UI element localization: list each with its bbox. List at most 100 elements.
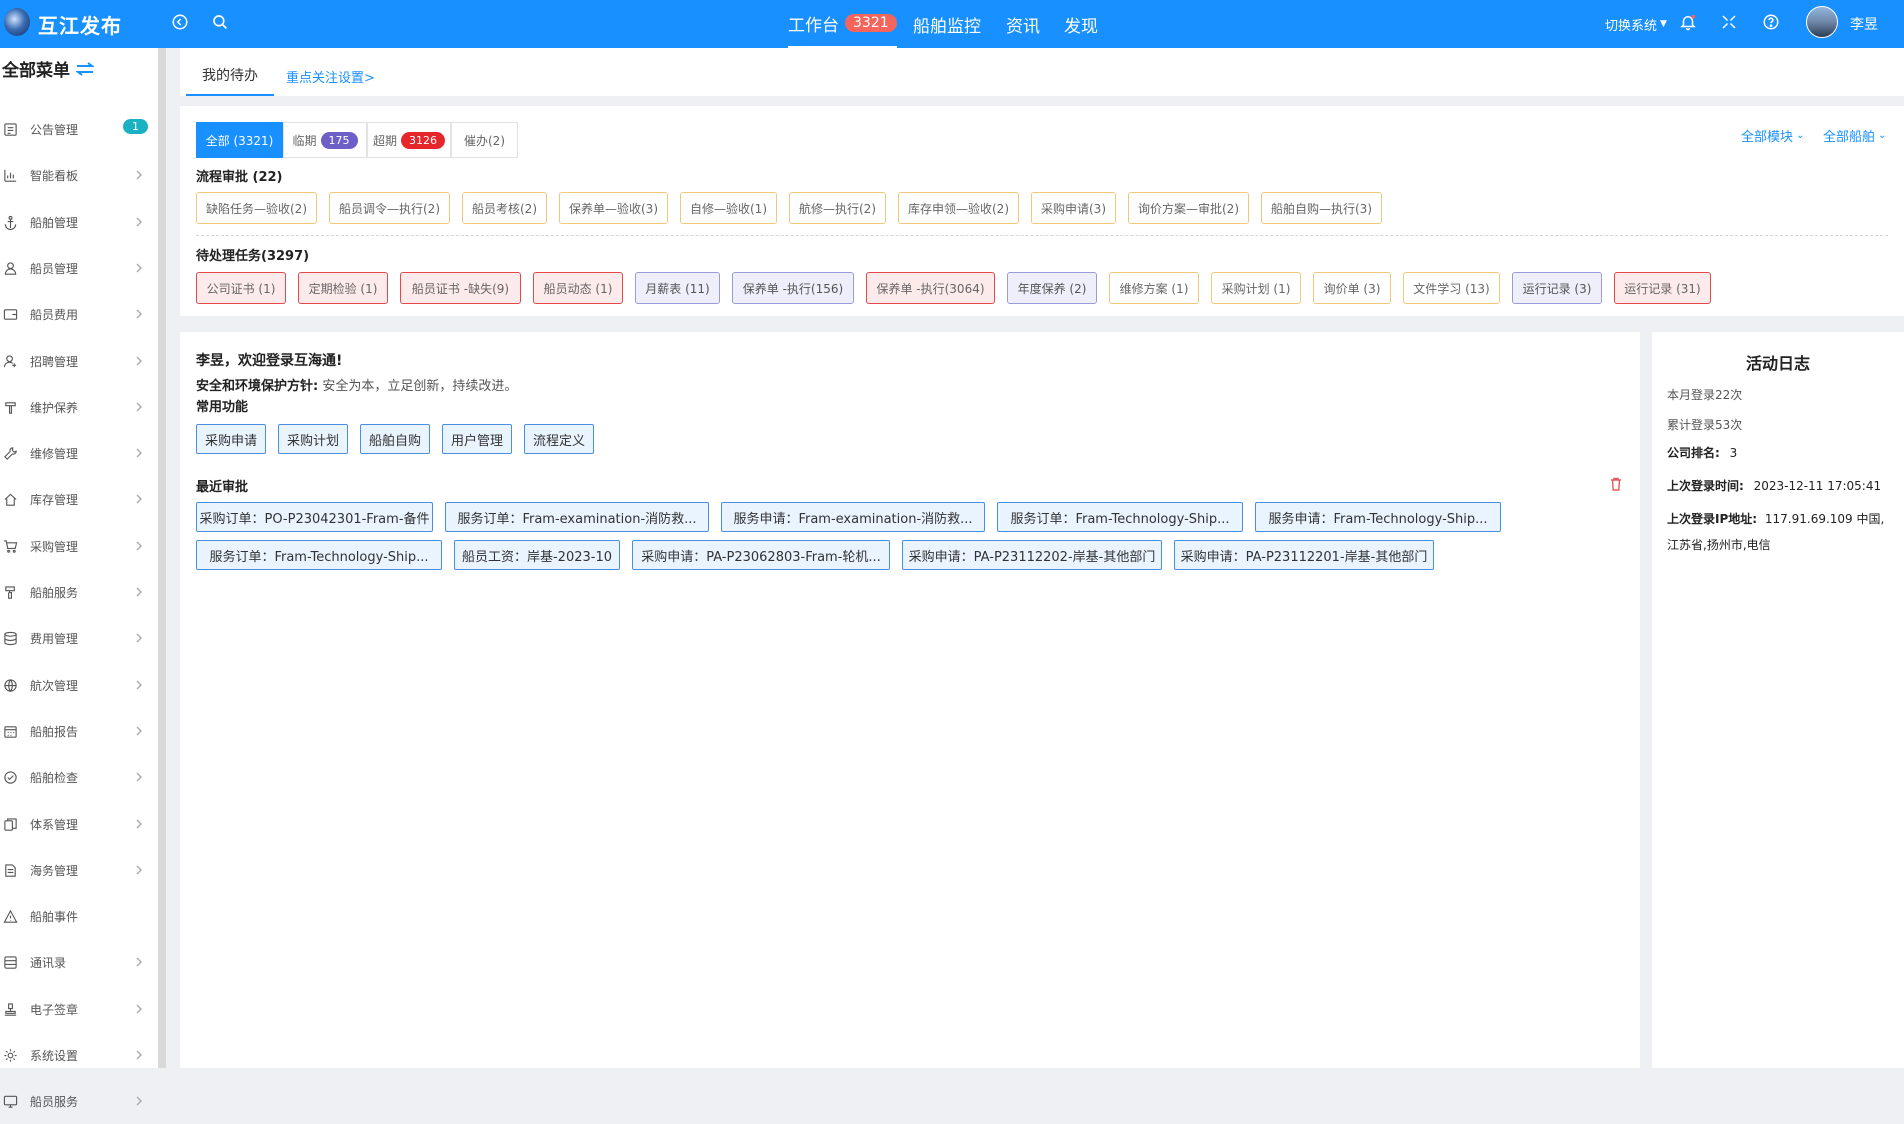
todo-chip[interactable]: 公司证书 (1) xyxy=(196,272,286,304)
help-icon[interactable] xyxy=(1759,10,1783,34)
todo-chip[interactable]: 库存申领—验收(2) xyxy=(898,192,1019,224)
recent-approval-item[interactable]: 采购申请：PA-P23062803-Fram-轮机... xyxy=(632,540,890,570)
search-icon[interactable] xyxy=(208,10,232,34)
todo-chip[interactable]: 船员动态 (1) xyxy=(533,272,623,304)
sidebar-item[interactable]: 船员管理 xyxy=(0,246,158,291)
sidebar-item[interactable]: 体系管理 xyxy=(0,802,158,847)
sidebar-item[interactable]: 船舶服务 xyxy=(0,570,158,615)
todo-chip[interactable]: 运行记录 (3) xyxy=(1512,272,1602,304)
user-name[interactable]: 李昱 xyxy=(1850,0,1878,48)
todo-chip[interactable]: 运行记录 (31) xyxy=(1614,272,1711,304)
sidebar-item[interactable]: 船员费用 xyxy=(0,292,158,337)
sidebar-item[interactable]: 采购管理 xyxy=(0,524,158,569)
todo-chip[interactable]: 月薪表 (11) xyxy=(635,272,720,304)
all-ships-dropdown[interactable]: 全部船舶 ⌄ xyxy=(1823,126,1886,145)
recent-approval-item[interactable]: 服务订单：Fram-examination-消防救... xyxy=(445,502,709,532)
todo-chip[interactable]: 船员考核(2) xyxy=(462,192,547,224)
avatar[interactable] xyxy=(1806,6,1838,38)
recent-approval-item[interactable]: 采购订单：PO-P23042301-Fram-备件 xyxy=(196,502,433,532)
focus-setting-link[interactable]: 重点关注设置> xyxy=(286,56,375,96)
trash-icon[interactable] xyxy=(1610,476,1622,491)
chevron-right-icon xyxy=(134,214,144,230)
sidebar-item[interactable]: 航次管理 xyxy=(0,663,158,708)
todo-chip[interactable]: 自修—验收(1) xyxy=(680,192,777,224)
fullscreen-icon[interactable] xyxy=(1717,10,1741,34)
sidebar-item[interactable]: 船舶管理 xyxy=(0,200,158,245)
todo-chip[interactable]: 年度保养 (2) xyxy=(1007,272,1097,304)
anchor-icon xyxy=(2,214,18,230)
sidebar-item[interactable]: 招聘管理 xyxy=(0,339,158,384)
todo-chip[interactable]: 采购计划 (1) xyxy=(1211,272,1301,304)
recent-approval-item[interactable]: 服务订单：Fram-Technology-Ship... xyxy=(196,540,442,570)
recent-approval-item[interactable]: 船员工资：岸基-2023-10 xyxy=(454,540,620,570)
todo-chip[interactable]: 定期检验 (1) xyxy=(298,272,388,304)
sidebar-item[interactable]: 费用管理 xyxy=(0,616,158,661)
filter-tab-near-due[interactable]: 临期 175 xyxy=(283,122,367,158)
recent-approval-item[interactable]: 服务订单：Fram-Technology-Ship... xyxy=(997,502,1243,532)
todo-chip[interactable]: 保养单 -执行(3064) xyxy=(866,272,995,304)
wrench-icon xyxy=(2,446,18,462)
todo-chip[interactable]: 船员证书 -缺失(9) xyxy=(400,272,521,304)
chevron-right-icon xyxy=(134,1001,144,1017)
common-function-button[interactable]: 采购申请 xyxy=(196,424,266,454)
recent-approval-item[interactable]: 服务申请：Fram-Technology-Ship... xyxy=(1255,502,1501,532)
nav-discover[interactable]: 发现 xyxy=(1064,0,1098,48)
recent-approval-item[interactable]: 采购申请：PA-P23112202-岸基-其他部门 xyxy=(902,540,1162,570)
recent-approval-title: 最近审批 xyxy=(196,480,249,495)
all-modules-dropdown[interactable]: 全部模块 ⌄ xyxy=(1741,126,1804,145)
common-function-button[interactable]: 船舶自购 xyxy=(360,424,430,454)
nav-news[interactable]: 资讯 xyxy=(1006,0,1040,48)
todo-chip[interactable]: 保养单—验收(3) xyxy=(559,192,668,224)
recent-approval-item[interactable]: 采购申请：PA-P23112201-岸基-其他部门 xyxy=(1174,540,1434,570)
back-circle-icon[interactable] xyxy=(168,10,192,34)
policy-label: 安全和环境保护方针: xyxy=(196,379,319,394)
sidebar-item[interactable]: 系统设置 xyxy=(0,1033,158,1078)
todo-chip[interactable]: 维修方案 (1) xyxy=(1109,272,1199,304)
switch-system-dropdown[interactable]: 切换系统 ▼ xyxy=(1605,0,1667,48)
common-function-button[interactable]: 采购计划 xyxy=(278,424,348,454)
chevron-right-icon xyxy=(134,538,144,554)
filter-tab-all[interactable]: 全部 (3321) xyxy=(196,122,283,158)
sidebar-item[interactable]: 智能看板 xyxy=(0,153,158,198)
filter-tab-overdue[interactable]: 超期 3126 xyxy=(367,122,451,158)
tool-icon xyxy=(2,399,18,415)
sidebar-item[interactable]: 船员服务 xyxy=(0,1079,158,1124)
sidebar-item[interactable]: 库存管理 xyxy=(0,477,158,522)
sidebar-item[interactable]: 通讯录 xyxy=(0,940,158,985)
sidebar-item[interactable]: 电子签章 xyxy=(0,987,158,1032)
activity-log-panel: 活动日志 本月登录22次 累计登录53次 公司排名: 3 上次登录时间: 202… xyxy=(1652,332,1904,1068)
sidebar-item[interactable]: 公告管理 1 xyxy=(0,107,158,152)
sidebar-item[interactable]: 维修管理 xyxy=(0,431,158,476)
swap-icon[interactable] xyxy=(76,61,94,76)
nav-ship-monitor[interactable]: 船舶监控 xyxy=(913,0,981,48)
chevron-right-icon xyxy=(134,353,144,369)
todo-chip[interactable]: 文件学习 (13) xyxy=(1403,272,1500,304)
todo-chip[interactable]: 缺陷任务—验收(2) xyxy=(196,192,317,224)
total-login-count: 累计登录53次 xyxy=(1667,418,1743,432)
todo-chip[interactable]: 船舶自购—执行(3) xyxy=(1261,192,1382,224)
tab-my-todo[interactable]: 我的待办 xyxy=(186,56,274,96)
sidebar-item[interactable]: 船舶报告 xyxy=(0,709,158,754)
todo-chip[interactable]: 询价方案—审批(2) xyxy=(1128,192,1249,224)
sidebar-item[interactable]: 船舶检查 xyxy=(0,755,158,800)
sidebar-item[interactable]: 维护保养 xyxy=(0,385,158,430)
bell-icon[interactable] xyxy=(1676,10,1700,34)
sidebar-item[interactable]: 船舶事件 xyxy=(0,894,158,939)
todo-chip[interactable]: 船员调令—执行(2) xyxy=(329,192,450,224)
todo-chip[interactable]: 航修—执行(2) xyxy=(789,192,886,224)
filter-tab-urge[interactable]: 催办(2) xyxy=(451,122,518,158)
nav-workbench-label: 工作台 xyxy=(788,15,839,36)
globe-icon xyxy=(2,677,18,693)
recent-approval-item[interactable]: 服务申请：Fram-examination-消防救... xyxy=(721,502,985,532)
todo-chip[interactable]: 采购申请(3) xyxy=(1031,192,1116,224)
common-function-button[interactable]: 用户管理 xyxy=(442,424,512,454)
sidebar-item[interactable]: 海务管理 xyxy=(0,848,158,893)
common-function-button[interactable]: 流程定义 xyxy=(524,424,594,454)
chevron-right-icon xyxy=(134,630,144,646)
todo-chip[interactable]: 询价单 (3) xyxy=(1313,272,1391,304)
cart-icon xyxy=(2,538,18,554)
sidebar-item-label: 电子签章 xyxy=(30,1002,79,1017)
sidebar-title: 全部菜单 xyxy=(2,61,70,81)
nav-workbench[interactable]: 工作台 3321 xyxy=(788,0,897,48)
todo-chip[interactable]: 保养单 -执行(156) xyxy=(732,272,854,304)
